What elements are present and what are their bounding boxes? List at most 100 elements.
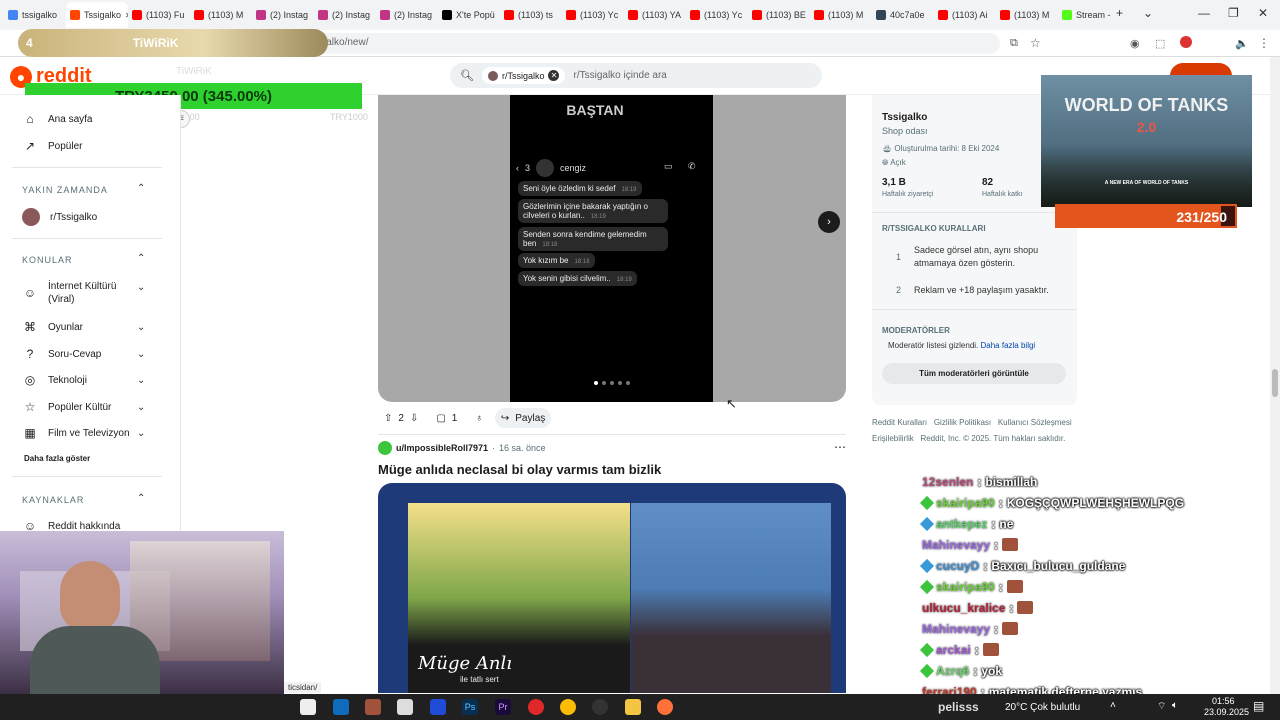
chevron-up-icon[interactable]: ⌃ [137,183,145,194]
close-window-icon[interactable]: ✕ [1258,6,1268,20]
sidebar-item[interactable]: ▦ Film ve Televizyon [22,426,129,440]
sidebar-item[interactable]: ⌂ Ana sayfa [22,112,92,126]
sidebar-item[interactable]: r/Tssigalko [22,208,97,226]
browser-tab[interactable]: (2) Instag [376,2,438,28]
upvote-icon[interactable]: ⇧ [384,413,392,424]
browser-tab[interactable]: X'te Popü [438,2,500,28]
install-icon[interactable]: ⧉ [1010,37,1018,50]
footer-link[interactable]: Gizlilik Politikası [934,418,991,427]
audio-icon[interactable]: 🔈 [1235,37,1249,50]
browser-tab[interactable]: (1103) Yc [562,2,624,28]
opera-icon[interactable] [528,699,544,715]
chevron-up-icon[interactable]: ⌃ [137,493,145,504]
chevron-down-icon[interactable]: ⌄ [137,375,145,386]
restore-icon[interactable]: ❐ [1228,6,1239,20]
outlook-icon[interactable] [333,699,349,715]
tab-label: (2) Instag [332,10,371,20]
phone-call-icon: ✆ [688,161,696,171]
search-bar[interactable]: 🔍︎ r/Tssigalko ✕ r/Tssigalko içinde ara [450,63,822,88]
rule-text[interactable]: Sadece görsel atın, aynı shopu atmamaya … [914,244,1064,270]
browser-tab[interactable]: (2) Instag [252,2,314,28]
minimize-icon[interactable]: — [1198,6,1210,20]
browser-tab[interactable]: 40c7a0e [872,2,934,28]
notification-icon[interactable]: ▤ [1253,699,1264,713]
clock-date[interactable]: 23.09.2025 [1204,707,1249,717]
carousel-next-button[interactable]: › [818,211,840,233]
app-icon[interactable] [397,699,413,715]
browser-tab[interactable]: Tssigalko✕ [66,2,128,28]
new-tab-icon[interactable]: + [1116,6,1123,20]
firefox-icon[interactable] [657,699,673,715]
chevron-down-icon[interactable]: ⌄ [137,282,145,293]
page-scrollbar[interactable] [1270,57,1280,694]
award-button[interactable]: ♁ [469,408,489,428]
premiere-icon[interactable]: Pr [495,699,511,715]
tab-list-icon[interactable]: ⌄ [1143,6,1153,20]
browser-tab-bar: tssigalkoTssigalko✕(1103) Fu(1103) M(2) … [0,0,1280,30]
chat-text: ne [999,516,1014,531]
downvote-icon[interactable]: ⇩ [410,413,418,424]
browser-tab[interactable]: (2) Instag [314,2,376,28]
browser-tab[interactable]: (1103) M [996,2,1058,28]
sidebar-item[interactable]: ☺ İnternet Kültürü (Viral) [22,280,143,306]
browser-tab[interactable]: (1103) Fu [128,2,190,28]
browser-tab[interactable]: (1103) M [190,2,252,28]
sidebar-item[interactable]: ☆ Popüler Kültür [22,400,112,414]
search-scope-chip[interactable]: r/Tssigalko ✕ [481,67,566,84]
chevron-down-icon[interactable]: ⌄ [137,402,145,413]
menu-icon[interactable]: ⋮ [1258,36,1270,50]
chevron-up-icon[interactable]: ⌃ [137,253,145,264]
chevron-down-icon[interactable]: ⌄ [137,428,145,439]
moderators-header: MODERATÖRLER [882,326,950,335]
post-author[interactable]: u/ImpossibleRoll7971 [396,443,488,453]
sidebar-item[interactable]: ? Soru-Cevap [22,347,102,361]
profile-icon[interactable]: ◉ [1130,37,1140,50]
network-icon[interactable]: ⌔ [1157,700,1166,713]
chevron-down-icon[interactable]: ⌄ [137,349,145,360]
app-icon[interactable] [365,699,381,715]
tray-chevron-icon[interactable]: ˄ [1110,700,1116,711]
start-icon[interactable] [300,699,316,715]
chevron-down-icon[interactable]: ⌄ [137,322,145,333]
sidebar-item[interactable]: ↗ Popüler [22,139,83,153]
app-icon[interactable] [430,699,446,715]
footer-link[interactable]: Erişilebilirlik [872,434,914,443]
photoshop-icon[interactable]: Ps [462,699,478,715]
chat-text: yok [981,663,1003,678]
file-explorer-icon[interactable] [625,699,641,715]
weather-widget[interactable]: 20°C Çok bulutlu [1005,702,1080,713]
browser-tab[interactable]: (1103) BE [748,2,810,28]
more-options-icon[interactable]: ⋯ [834,440,846,454]
browser-tab[interactable]: Stream - [1058,2,1120,28]
view-all-moderators-button[interactable]: Tüm moderatörleri görüntüle [882,363,1066,384]
extensions-icon[interactable]: ⬚ [1155,37,1165,50]
search-icon: 🔍︎ [460,70,474,82]
back-arrow-icon: ‹ [516,163,519,173]
browser-tab[interactable]: (1103) ts [500,2,562,28]
clock-time[interactable]: 01:56 [1212,696,1235,706]
sidebar-item[interactable]: ◎ Teknoloji [22,373,87,387]
browser-tab[interactable]: (1103) YA [624,2,686,28]
post-title[interactable]: Müge anlıda neclasal bi olay varmıs tam … [378,462,661,477]
post-video-thumbnail[interactable]: Müge Anlı ile tatlı sert [378,483,846,693]
chrome-icon[interactable] [560,699,576,715]
extension-red-icon[interactable] [1180,36,1192,48]
scroll-thumb[interactable] [1272,369,1278,397]
rule-text[interactable]: Reklam ve +18 paylaşım yasaktır. [914,285,1064,295]
footer-link[interactable]: Reddit Kuralları [872,418,927,427]
browser-tab[interactable]: (1103) M [810,2,872,28]
obs-icon[interactable] [592,699,608,715]
browser-tab[interactable]: (1103) Ai [934,2,996,28]
browser-tab[interactable]: tssigalko [4,2,66,28]
sidebar-item[interactable]: ⌘ Oyunlar [22,320,83,334]
show-more-button[interactable]: Daha fazla göster [24,454,90,463]
browser-tab[interactable]: (1103) Yc [686,2,748,28]
post-image-carousel[interactable]: BAŞTAN ‹ 3 cengiz ▭ ✆ Seni öyle özledim … [378,95,846,402]
bookmark-star-icon[interactable]: ☆ [1030,36,1041,50]
footer-link[interactable]: Kullanıcı Sözleşmesi [998,418,1072,427]
clear-chip-icon[interactable]: ✕ [548,70,560,81]
volume-icon[interactable]: 🔈︎ [1172,700,1178,711]
comments-button[interactable]: ▢ 1 [430,408,464,428]
share-button[interactable]: ↪ Paylaş [494,408,552,428]
more-info-link[interactable]: Daha fazla bilgi [981,341,1036,350]
